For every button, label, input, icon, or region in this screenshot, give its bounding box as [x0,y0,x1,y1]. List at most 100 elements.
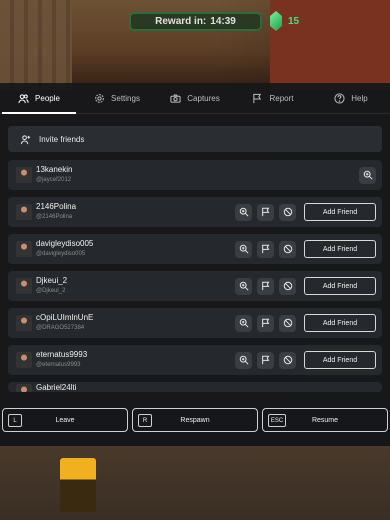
player-row: Gabriel24lti [8,382,382,392]
report-button[interactable] [257,351,274,369]
player-display-name: Djkeui_2 [36,276,68,286]
tab-captures-label: Captures [187,93,220,103]
zoom-in-icon [363,170,373,180]
flag-icon [261,207,269,217]
player-row: 2146Polina @2146Polina Add Friend [8,197,382,227]
inspect-button[interactable] [235,240,252,258]
invite-friends-label: Invite friends [39,134,85,144]
reward-label: Reward in: [155,16,207,27]
player-names: cOpiLUImlnUnE @DRAGO527384 [36,313,230,332]
tab-help-label: Help [351,93,368,103]
player-row: davigleydiso005 @davigleydiso005 Add Fri… [8,234,382,264]
respawn-button[interactable]: R Respawn [132,408,258,432]
report-button[interactable] [257,314,274,332]
player-username: @davigleydiso005 [36,251,86,258]
player-display-name: Gabriel24lti [36,383,77,392]
player-display-name: eternatus9993 [36,350,88,360]
game-crate [60,458,96,512]
tab-people[interactable]: People [0,83,78,114]
help-icon [334,92,345,104]
zoom-in-icon [239,207,249,217]
player-row: Djkeui_2 @Djkeui_2 Add Friend [8,271,382,301]
block-button[interactable] [279,351,296,369]
respawn-label: Respawn [180,416,210,424]
player-username: @eternatus9993 [36,362,81,369]
tab-report[interactable]: Report [234,83,312,113]
inspect-button[interactable] [359,166,376,184]
people-list: Invite friends 13kanekin @jaycef2012 214… [8,126,382,399]
game-floor [0,440,390,520]
block-icon [283,207,292,217]
block-button[interactable] [279,277,296,295]
player-username: @Djkeui_2 [36,288,66,295]
menu-panel: People Settings Captures Report Help Inv… [0,83,390,446]
block-icon [283,244,292,254]
flag-icon [253,93,262,103]
menu-tabs: People Settings Captures Report Help [0,83,390,114]
avatar [16,315,32,331]
game-wall-red [270,0,390,90]
inspect-button[interactable] [235,277,252,295]
avatar [16,204,32,220]
leave-hotkey: L [8,414,22,427]
player-names: 2146Polina @2146Polina [36,202,230,221]
block-button[interactable] [279,203,296,221]
player-username: @2146Polina [36,214,73,221]
inspect-button[interactable] [235,314,252,332]
flag-icon [261,244,269,254]
report-button[interactable] [257,203,274,221]
player-display-name: 2146Polina [36,202,77,212]
zoom-in-icon [239,318,249,328]
inspect-button[interactable] [235,351,252,369]
game-wall [0,0,72,90]
zoom-in-icon [239,244,249,254]
block-button[interactable] [279,314,296,332]
block-icon [283,355,292,365]
reward-timer: Reward in: 14:39 [129,12,262,31]
player-username: @jaycef2012 [36,177,72,184]
resume-hotkey: ESC [268,414,286,427]
player-names: Gabriel24lti [36,383,376,392]
player-row: cOpiLUImlnUnE @DRAGO527384 Add Friend [8,308,382,338]
respawn-hotkey: R [138,414,152,427]
add-friend-button[interactable]: Add Friend [304,203,376,221]
block-icon [283,281,292,291]
camera-icon [170,94,181,103]
tab-captures[interactable]: Captures [156,83,234,113]
resume-label: Resume [311,416,339,424]
add-friend-button[interactable]: Add Friend [304,277,376,295]
invite-friends-button[interactable]: Invite friends [8,126,382,152]
player-display-name: davigleydiso005 [36,239,94,249]
resume-button[interactable]: ESC Resume [262,408,388,432]
add-person-icon [20,134,31,144]
leave-button[interactable]: L Leave [2,408,128,432]
block-button[interactable] [279,240,296,258]
leave-label: Leave [55,416,75,424]
zoom-in-icon [239,355,249,365]
gem-count: 15 [288,16,300,27]
flag-icon [261,355,269,365]
add-friend-button[interactable]: Add Friend [304,351,376,369]
tab-settings[interactable]: Settings [78,83,156,113]
tab-report-label: Report [269,93,294,103]
zoom-in-icon [239,281,249,291]
tab-help[interactable]: Help [312,83,390,113]
inspect-button[interactable] [235,203,252,221]
player-names: davigleydiso005 @davigleydiso005 [36,239,230,258]
add-friend-button[interactable]: Add Friend [304,314,376,332]
bottom-action-bar: L Leave R Respawn ESC Resume [0,406,390,446]
avatar [16,352,32,368]
player-display-name: 13kanekin [36,165,73,175]
player-row-self: 13kanekin @jaycef2012 [8,160,382,190]
add-friend-button[interactable]: Add Friend [304,240,376,258]
block-icon [283,318,292,328]
report-button[interactable] [257,240,274,258]
player-names: Djkeui_2 @Djkeui_2 [36,276,230,295]
tab-people-label: People [35,93,60,103]
report-button[interactable] [257,277,274,295]
avatar [16,241,32,257]
reward-time: 14:39 [210,16,236,27]
player-username: @DRAGO527384 [36,325,85,332]
player-names: eternatus9993 @eternatus9993 [36,350,230,369]
player-row: eternatus9993 @eternatus9993 Add Friend [8,345,382,375]
